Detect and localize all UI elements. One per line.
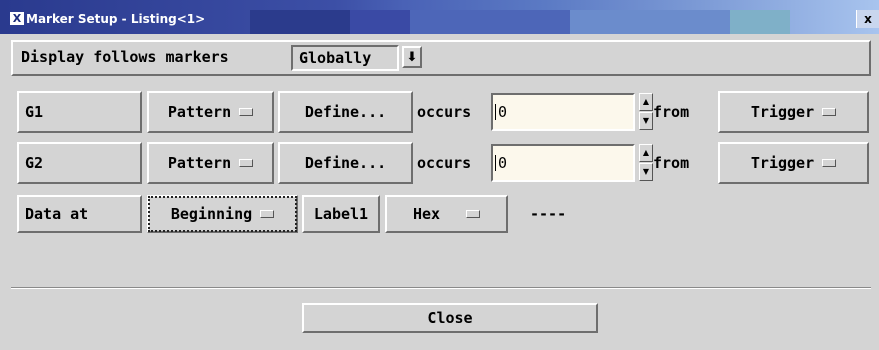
option-menu-icon (239, 108, 254, 116)
display-mode-select[interactable]: Globally (291, 45, 399, 71)
g1-occurs-input[interactable]: 0 (491, 93, 635, 131)
g2-from-label: from (653, 154, 690, 172)
display-follows-label: Display follows markers (21, 48, 229, 66)
option-menu-icon (239, 159, 254, 167)
g2-define-label: Define... (304, 154, 387, 172)
g2-occurs-input[interactable]: 0 (491, 144, 635, 182)
label-name-value: Label1 (313, 205, 369, 223)
g1-define-button[interactable]: Define... (278, 91, 413, 133)
data-position-menu[interactable]: Beginning (147, 195, 298, 233)
data-at-button[interactable]: Data at (17, 195, 142, 233)
data-at-label: Data at (25, 205, 89, 223)
window-title: Marker Setup - Listing<1> (26, 12, 206, 26)
spin-up-icon[interactable]: ▲ (639, 93, 653, 111)
marker-g2-label: G2 (25, 154, 44, 172)
button-bar: Close (11, 294, 871, 342)
close-button[interactable]: Close (302, 303, 598, 333)
g2-type-value: Pattern (167, 154, 232, 172)
text-caret (495, 155, 496, 171)
g2-type-menu[interactable]: Pattern (147, 142, 274, 184)
text-caret (495, 104, 496, 120)
data-format-menu[interactable]: Hex (385, 195, 508, 233)
option-menu-icon (260, 210, 275, 218)
g2-from-menu[interactable]: Trigger (718, 142, 869, 184)
g1-occurs-value: 0 (498, 103, 508, 121)
g1-occurs-label: occurs (417, 103, 472, 121)
marker-g1-button[interactable]: G1 (17, 91, 142, 133)
display-mode-value: Globally (299, 49, 372, 67)
close-button-label: Close (427, 309, 473, 327)
g2-occurs-value: 0 (498, 154, 508, 172)
label-select-button[interactable]: Label1 (302, 195, 380, 233)
app-x-icon: X (10, 12, 24, 25)
data-position-value: Beginning (170, 205, 253, 223)
g2-occurs-spinner[interactable]: ▲ ▼ (639, 144, 653, 181)
g1-occurs-spinner[interactable]: ▲ ▼ (639, 93, 653, 130)
marker-g1-label: G1 (25, 103, 44, 121)
g1-from-menu[interactable]: Trigger (718, 91, 869, 133)
g1-from-label: from (653, 103, 690, 121)
g1-from-value: Trigger (750, 103, 815, 121)
g1-type-menu[interactable]: Pattern (147, 91, 274, 133)
display-follows-panel: Display follows markers Globally ⬇ (11, 40, 871, 76)
option-menu-icon (822, 159, 837, 167)
g2-define-button[interactable]: Define... (278, 142, 413, 184)
data-format-value: Hex (412, 205, 441, 223)
title-bar[interactable]: X Marker Setup - Listing<1> x (0, 0, 879, 34)
option-menu-icon (466, 210, 481, 218)
marker-g2-button[interactable]: G2 (17, 142, 142, 184)
g2-occurs-label: occurs (417, 154, 472, 172)
g2-from-value: Trigger (750, 154, 815, 172)
spin-up-icon[interactable]: ▲ (639, 144, 653, 162)
g1-type-value: Pattern (167, 103, 232, 121)
g1-define-label: Define... (304, 103, 387, 121)
option-menu-icon (822, 108, 837, 116)
spin-down-icon[interactable]: ▼ (639, 112, 653, 130)
separator (11, 287, 871, 289)
display-mode-dropdown-icon[interactable]: ⬇ (402, 46, 422, 68)
spin-down-icon[interactable]: ▼ (639, 163, 653, 181)
data-value-readout: ---- (530, 205, 567, 223)
window-close-icon[interactable]: x (856, 10, 879, 28)
